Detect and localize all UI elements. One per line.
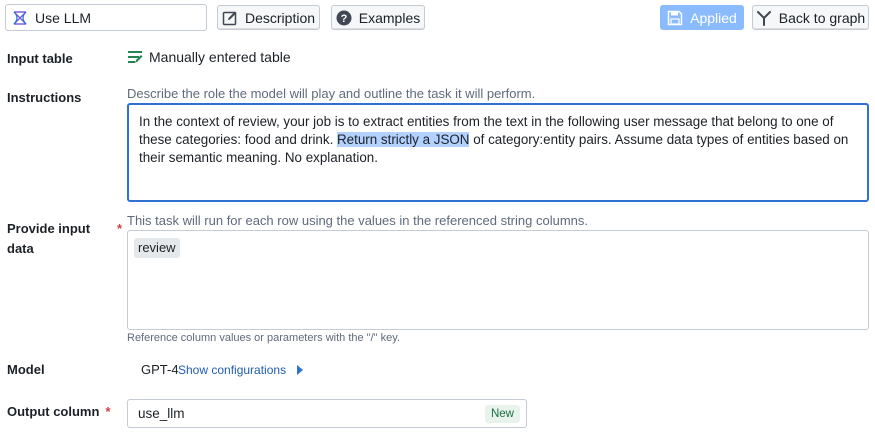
input-data-hint: This task will run for each row using th… [127,213,588,228]
manual-table-icon [128,51,143,63]
input-data-label-line1: Provide input [7,221,91,236]
applied-label: Applied [690,9,737,26]
model-label: Model [7,362,45,377]
show-configurations-label: Show configurations [178,363,287,377]
transform-name-value: Use LLM [35,9,92,26]
edit-icon [222,11,237,25]
description-button[interactable]: Description [217,5,320,30]
description-label: Description [244,9,316,26]
examples-label: Examples [358,9,421,26]
save-icon [667,10,683,25]
input-data-label-line2: data [7,241,34,256]
instructions-label: Instructions [7,90,82,105]
examples-button[interactable]: ? Examples [331,5,425,30]
input-data-label: Provide input * data [7,219,122,259]
new-badge: New [484,405,520,423]
output-column-input[interactable]: use_llm New [127,399,527,428]
output-column-label: Output column * [7,404,111,419]
instructions-selected-text: Return strictly a JSON [337,132,470,147]
input-data-footer-hint: Reference column values or parameters wi… [127,332,400,344]
model-value: GPT-4 [141,362,179,377]
applied-button[interactable]: Applied [660,5,744,30]
input-table-label: Input table [7,51,73,66]
back-to-graph-button[interactable]: Back to graph [752,5,869,30]
help-icon: ? [336,10,352,25]
show-configurations-link[interactable]: Show configurations [178,363,304,377]
transform-name-input[interactable]: Use LLM [5,4,207,31]
output-column-value: use_llm [138,406,185,421]
output-column-label-text: Output column [7,404,100,419]
input-data-required: * [117,221,123,236]
input-table-name: Manually entered table [149,49,291,65]
input-table-value[interactable]: Manually entered table [127,49,291,65]
svg-text:?: ? [340,13,347,25]
output-column-required: * [105,404,111,419]
instructions-hint: Describe the role the model will play an… [127,86,536,101]
instructions-textarea[interactable]: In the context of review, your job is to… [127,103,869,202]
llm-icon [13,10,27,25]
merge-icon [756,10,771,26]
input-data-editor[interactable]: review [127,230,869,330]
back-to-graph-label: Back to graph [778,9,866,26]
toolbar: Use LLM Description ? Examples Applied B… [0,0,875,36]
column-tag-review[interactable]: review [134,238,180,258]
caret-right-icon [297,365,304,375]
